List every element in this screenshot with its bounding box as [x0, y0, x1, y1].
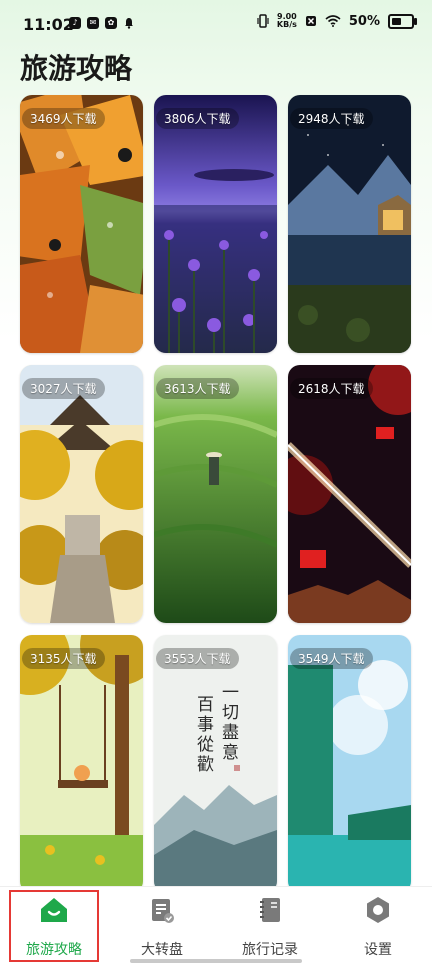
battery-icon	[388, 13, 417, 29]
notification-icons: ♪ ✉ ✿	[69, 17, 135, 29]
mail-app-icon: ✉	[87, 17, 99, 29]
nav-item-settings[interactable]: 设置	[324, 887, 432, 964]
download-count-badge: 2948人下载	[290, 108, 373, 129]
wallpaper-card[interactable]: 3806人下载	[154, 95, 277, 353]
wallpaper-card[interactable]: 3469人下载	[20, 95, 143, 353]
no-sim-icon	[305, 16, 316, 26]
battery-text: 50%	[348, 13, 380, 29]
wallpaper-card[interactable]: 2948人下载	[288, 95, 411, 353]
calligraphy-line-right: 一切盡意	[222, 683, 239, 763]
page-title: 旅游攻略	[20, 52, 133, 85]
turquoise-lake-image	[288, 635, 411, 893]
nav-label: 旅行记录	[242, 942, 298, 958]
notebook-icon	[260, 898, 280, 922]
nav-label: 设置	[364, 942, 392, 958]
green-field-image	[154, 365, 277, 623]
network-speed-unit: KB/s	[276, 20, 297, 29]
selection-highlight-box	[9, 890, 99, 962]
network-speed: 9.00 KB/s	[277, 13, 297, 29]
download-count-badge: 3549人下载	[290, 648, 373, 669]
wallpaper-card[interactable]: 2618人下载	[288, 365, 411, 623]
status-bar: 11:02 ♪ ✉ ✿ 9.00 KB/s 50%	[0, 0, 432, 50]
wallpaper-card[interactable]: 一切盡意 百事從歡 3553人下载	[154, 635, 277, 893]
tree-swing-image	[20, 635, 143, 893]
download-count-badge: 2618人下载	[290, 378, 373, 399]
nav-item-wheel[interactable]: 大转盘	[108, 887, 216, 964]
settings-icon	[367, 897, 389, 923]
download-count-badge: 3806人下载	[156, 108, 239, 129]
home-indicator[interactable]	[130, 959, 302, 963]
flower-field-image	[154, 95, 277, 353]
vibrate-icon	[257, 14, 269, 28]
bottom-navigation: 旅游攻略 大转盘 旅行记录 设置	[0, 886, 432, 964]
wallpaper-grid: 3469人下载 3806人下载 2948人下载 3027人下载 3613人下载 …	[20, 95, 412, 893]
calligraphy-line-left: 百事從歡	[197, 695, 214, 775]
wifi-icon	[325, 15, 341, 27]
download-count-badge: 3613人下载	[156, 378, 239, 399]
status-right: 9.00 KB/s 50%	[257, 13, 417, 29]
download-count-badge: 3135人下载	[22, 648, 105, 669]
download-count-badge: 3553人下载	[156, 648, 239, 669]
autumn-leaves-image	[20, 95, 143, 353]
wallpaper-card[interactable]: 3613人下载	[154, 365, 277, 623]
app-notification-icon: ✿	[105, 17, 117, 29]
bell-icon	[125, 18, 133, 29]
pagoda-autumn-image	[20, 365, 143, 623]
battery-level	[392, 17, 401, 25]
tiktok-icon: ♪	[69, 17, 81, 29]
status-time: 11:02	[23, 15, 74, 34]
download-count-badge: 3027人下载	[22, 378, 105, 399]
nav-item-travel-guide[interactable]: 旅游攻略	[0, 887, 108, 964]
nav-label: 大转盘	[141, 942, 183, 958]
download-count-badge: 3469人下载	[22, 108, 105, 129]
wallpaper-card[interactable]: 3027人下载	[20, 365, 143, 623]
wallpaper-card[interactable]: 3549人下载	[288, 635, 411, 893]
lake-house-image	[288, 95, 411, 353]
great-wall-night-image	[288, 365, 411, 623]
note-icon	[152, 899, 174, 923]
wallpaper-card[interactable]: 3135人下载	[20, 635, 143, 893]
nav-item-travel-record[interactable]: 旅行记录	[216, 887, 324, 964]
